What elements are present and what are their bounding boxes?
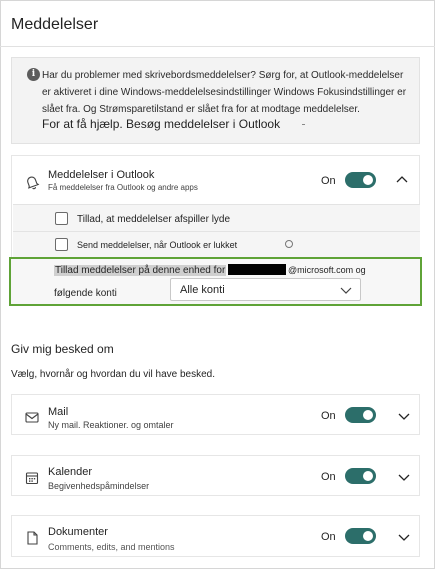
document-icon (27, 531, 38, 545)
info-decoration (302, 124, 305, 125)
mail-toggle-label: On (321, 410, 336, 422)
documents-toggle[interactable] (345, 528, 376, 544)
accounts-dropdown-value: Alle konti (180, 284, 225, 296)
calendar-category-card[interactable]: Kalender Begivenhedspåmindelser On (11, 455, 420, 496)
info-icon: i (27, 68, 40, 81)
closed-option-row: Send meddelelser, når Outlook er lukket (13, 231, 420, 257)
calendar-title: Kalender (48, 466, 93, 478)
documents-subtitle: Comments, edits, and mentions (48, 542, 175, 552)
email-domain-text: @microsoft.com og (288, 265, 366, 275)
mail-category-card[interactable]: Mail Ny mail. Reaktioner. og omtaler On (11, 394, 420, 435)
mail-subtitle: Ny mail. Reaktioner. og omtaler (48, 420, 174, 430)
chevron-down-icon[interactable] (397, 409, 411, 423)
chevron-down-icon[interactable] (397, 470, 411, 484)
info-hint-icon[interactable] (285, 240, 293, 248)
notification-bell-icon (27, 176, 40, 190)
toggle-knob (363, 410, 373, 420)
mail-icon (25, 412, 39, 423)
mail-title: Mail (48, 406, 69, 418)
send-when-closed-label: Send meddelelser, når Outlook er lukket (77, 240, 238, 250)
play-sound-checkbox[interactable] (55, 212, 68, 225)
toggle-knob (363, 531, 373, 541)
device-accounts-row: Tillad meddelelser på denne enhed for @m… (9, 257, 422, 306)
chevron-up-icon[interactable] (395, 173, 409, 187)
header-divider (0, 46, 435, 47)
chevron-down-icon[interactable] (397, 530, 411, 544)
calendar-icon (25, 472, 39, 485)
outlook-notifications-subtitle: Få meddelelser fra Outlook og andre apps (48, 183, 198, 192)
send-when-closed-checkbox[interactable] (55, 238, 68, 251)
toggle-knob (363, 175, 373, 185)
mail-toggle[interactable] (345, 407, 376, 423)
calendar-toggle[interactable] (345, 468, 376, 484)
outlook-toggle-label: On (321, 175, 336, 187)
page-title: Meddelelser (11, 16, 99, 33)
outlook-notifications-toggle[interactable] (345, 172, 376, 188)
chevron-down-icon (340, 287, 352, 294)
sound-option-row: Tillad, at meddelelser afspiller lyde (13, 204, 420, 231)
following-accounts-label: følgende konti (54, 288, 117, 299)
play-sound-label: Tillad, at meddelelser afspiller lyde (77, 214, 231, 225)
notify-section-description: Vælg, hvornår og hvordan du vil have bes… (11, 369, 216, 380)
documents-toggle-label: On (321, 531, 336, 543)
toggle-knob (363, 471, 373, 481)
documents-title: Dokumenter (48, 526, 108, 538)
allow-device-text: Tillad meddelelser på denne enhed for (54, 265, 227, 276)
documents-category-card[interactable]: Dokumenter Comments, edits, and mentions… (11, 515, 420, 557)
notify-section-title: Giv mig besked om (11, 342, 114, 356)
info-banner-text: Har du problemer med skrivebordsmeddelel… (42, 70, 407, 115)
redacted-email (228, 264, 286, 275)
accounts-dropdown[interactable]: Alle konti (170, 278, 361, 301)
calendar-subtitle: Begivenhedspåmindelser (48, 481, 150, 491)
calendar-toggle-label: On (321, 471, 336, 483)
info-help-link[interactable]: For at få hjælp. Besøg meddelelser i Out… (42, 117, 280, 131)
info-banner: i Har du problemer med skrivebordsmeddel… (11, 57, 420, 144)
outlook-notifications-title: Meddelelser i Outlook (48, 169, 155, 181)
